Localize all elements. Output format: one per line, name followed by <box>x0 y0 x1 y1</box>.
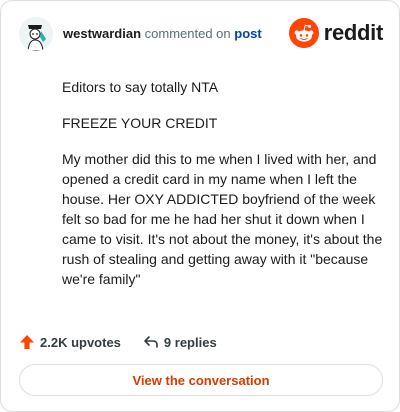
brand-name: reddit <box>323 20 384 45</box>
comment-paragraph: Editors to say totally NTA <box>62 79 219 95</box>
comment-card: westwardian commented on post reddit Edi… <box>0 0 400 412</box>
replies-stat[interactable]: 9 replies <box>143 334 217 350</box>
upvotes-count: 2.2K upvotes <box>40 334 121 350</box>
replies-count: 9 replies <box>163 334 217 350</box>
upvotes-stat[interactable]: 2.2K upvotes <box>19 334 121 350</box>
comment-footer: 2.2K upvotes 9 replies <box>19 331 217 353</box>
comment-paragraph: My mother did this to me when I lived wi… <box>62 151 383 287</box>
action-text: commented on <box>141 26 235 41</box>
reddit-snoo-icon <box>288 18 319 48</box>
comment-paragraph: FREEZE YOUR CREDIT <box>62 115 218 131</box>
user-avatar[interactable] <box>19 17 53 51</box>
username-link[interactable]: westwardian <box>63 26 141 41</box>
upvote-arrow-icon <box>20 335 34 349</box>
comment-header: westwardian commented on post reddit <box>19 17 383 53</box>
comment-meta: westwardian commented on post <box>63 26 262 41</box>
comment-body: Editors to say totally NTA FREEZE YOUR C… <box>62 77 388 305</box>
reply-arrow-icon <box>144 336 158 348</box>
avatar-icon <box>19 17 53 51</box>
reddit-logo[interactable]: reddit <box>288 17 384 49</box>
post-link[interactable]: post <box>234 26 261 41</box>
view-conversation-button[interactable]: View the conversation <box>19 364 383 396</box>
